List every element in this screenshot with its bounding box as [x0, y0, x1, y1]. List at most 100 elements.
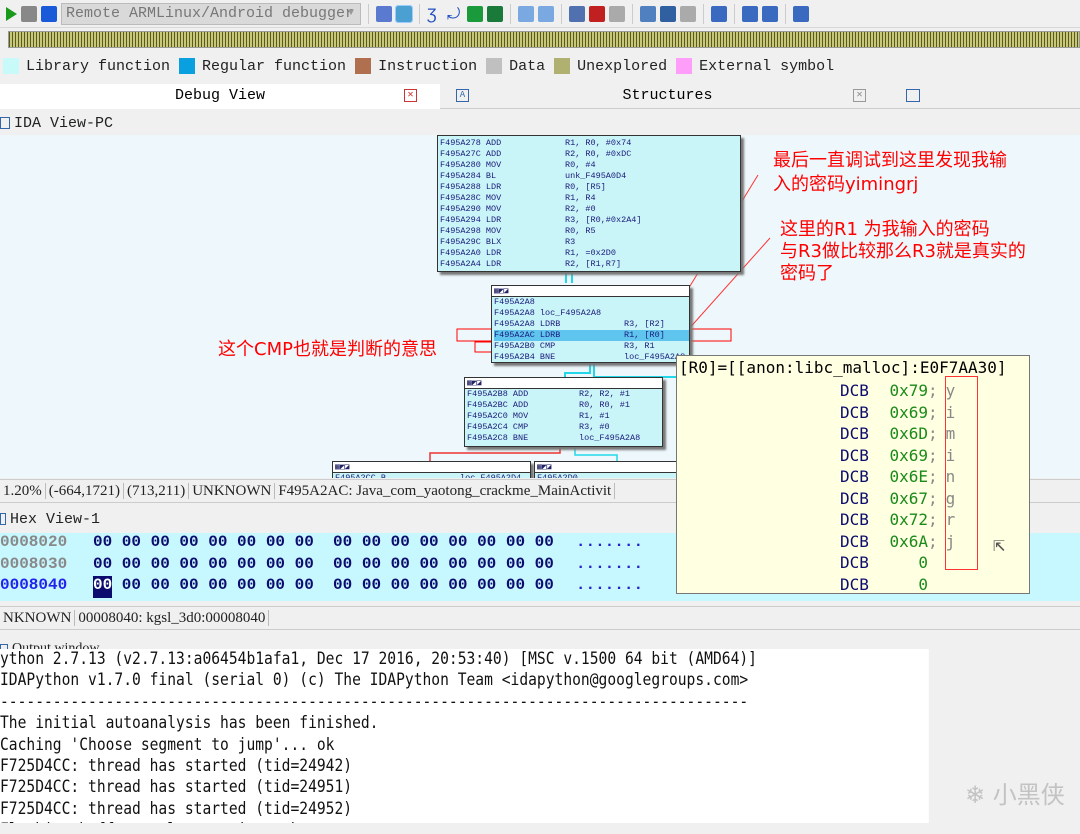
register-tooltip: [R0]=[[anon:libc_malloc]:E0F7AA30] DCB 0x…	[676, 355, 1030, 594]
code-line[interactable]: F495A278 ADD R1, R0, #0x74	[440, 138, 740, 149]
tab-label: Structures	[622, 87, 713, 104]
annotation-text: 这里的R1 为我输入的密码 与R3做比较那么R3就是真实的 密码了	[780, 219, 1026, 284]
dcb-value: 0x6A	[889, 531, 928, 551]
tab-debug-view[interactable]: Debug View ✕	[0, 84, 440, 109]
step-into-icon[interactable]: Ʒ	[427, 6, 443, 24]
separator	[785, 3, 786, 24]
breakpoint-icon[interactable]	[569, 5, 585, 22]
code-line[interactable]: F495A2B4 BNE loc_F495A2A8	[494, 352, 689, 363]
instruction: F495A29C BLX	[440, 237, 502, 247]
code-line[interactable]: F495A2A0 LDR R1, =0x2D0	[440, 248, 740, 259]
memory-icon[interactable]	[793, 5, 809, 22]
code-line[interactable]: F495A280 MOV R0, #4	[440, 160, 740, 171]
edge	[429, 447, 561, 461]
block-icons[interactable]: ▦◩◪	[467, 379, 481, 388]
trace-icon[interactable]	[742, 5, 758, 22]
pause-icon[interactable]	[21, 5, 37, 22]
code-line[interactable]: F495A29C BLX R3	[440, 237, 740, 248]
detach-icon[interactable]	[395, 4, 413, 23]
code-line[interactable]: F495A2AC LDRB R1, [R0]	[494, 330, 689, 341]
code-block[interactable]: ▦◩◪ F495A2A8 F495A2A8 loc_F495A2A8 F495A2A8…	[491, 285, 690, 363]
output-log[interactable]: ython 2.7.13 (v2.7.13:a06454b1afa1, Dec …	[0, 649, 929, 823]
delete-breakpoint-icon[interactable]	[609, 5, 625, 22]
close-icon[interactable]: ✕	[853, 89, 866, 102]
tab-label: Debug View	[174, 87, 265, 104]
dcb-op: DCB	[840, 553, 869, 572]
code-line[interactable]: F495A27C ADD R2, R0, #0xDC	[440, 149, 740, 160]
edge	[565, 272, 573, 283]
instruction: F495A2A8	[494, 297, 535, 307]
code-line[interactable]: F495A2C0 MOV R1, #1	[467, 411, 662, 422]
stop-icon[interactable]	[41, 5, 57, 22]
navigation-band[interactable]	[8, 31, 1080, 48]
separator	[734, 3, 735, 24]
code-block[interactable]: ▦◩◪ F495A2B8 ADD R2, R2, #1 F495A2BC ADD R0,…	[464, 377, 663, 447]
code-line[interactable]: F495A294 LDR R3, [R0,#0x2A4]	[440, 215, 740, 226]
code-line[interactable]: F495A2CC B loc_F495A2D4	[335, 473, 530, 478]
operands: R3, [R2]	[624, 319, 665, 329]
code-line[interactable]: F495A288 LDR R0, [R5]	[440, 182, 740, 193]
watch-icon[interactable]	[640, 5, 656, 22]
code-line[interactable]: F495A2A8 loc_F495A2A8	[494, 308, 689, 319]
return-icon[interactable]	[487, 5, 503, 22]
code-line[interactable]: F495A284 BL unk_F495A0D4	[440, 171, 740, 182]
trace-func-icon[interactable]	[762, 5, 778, 22]
hex-view-icon	[0, 513, 6, 525]
graph-coords: (-664,1721)	[45, 483, 124, 499]
layout-icon[interactable]	[906, 89, 920, 102]
segment: NKNOWN	[0, 610, 76, 626]
hex-cursor[interactable]: 00	[93, 576, 113, 598]
block-icons[interactable]: ▦◩◪	[335, 463, 349, 472]
code-block[interactable]: F495A278 ADD R1, R0, #0x74 F495A27C ADD R2,…	[437, 135, 741, 272]
separator: ;	[928, 402, 938, 422]
separator: ;	[928, 488, 938, 508]
instruction: F495A2CC B	[335, 473, 387, 478]
legend-swatch	[355, 58, 372, 74]
code-line[interactable]: F495A28C MOV R1, R4	[440, 193, 740, 204]
view-icon[interactable]	[518, 5, 534, 22]
code-line[interactable]: F495A2C8 BNE loc_F495A2A8	[467, 433, 662, 444]
dcb-op: DCB	[840, 424, 869, 443]
close-icon[interactable]: ✕	[404, 89, 417, 102]
code-line[interactable]: F495A2BC ADD R0, R0, #1	[467, 400, 662, 411]
add-watch-icon[interactable]	[660, 5, 676, 22]
stack-icon[interactable]	[711, 5, 727, 22]
block-icons[interactable]: ▦◩◪	[494, 287, 508, 296]
dcb-op: DCB	[840, 510, 869, 529]
operands: R1, R0, #0x74	[565, 138, 632, 148]
code-line[interactable]: F495A290 MOV R2, #0	[440, 204, 740, 215]
tab-structures[interactable]: A Structures ✕	[440, 84, 895, 109]
instruction: F495A284 BL	[440, 171, 497, 181]
debugger-select-value: Remote ARMLinux/Android debugger	[66, 4, 355, 22]
operands: R0, R5	[565, 226, 596, 236]
attach-icon[interactable]	[376, 5, 392, 22]
code-line[interactable]: F495A2A8 LDRB R3, [R2]	[494, 319, 689, 330]
run-to-cursor-icon[interactable]	[467, 5, 483, 22]
step-over-icon[interactable]: ⤾	[447, 6, 463, 24]
legend: Library function Regular function Instruct…	[0, 53, 840, 79]
instruction: F495A2AC LDRB	[494, 330, 561, 340]
code-line[interactable]: F495A2A4 LDR R2, [R1,R7]	[440, 259, 740, 270]
dcb-value: 0x69	[889, 402, 928, 422]
code-line[interactable]: F495A2A8	[494, 297, 689, 308]
code-line[interactable]: F495A2D0	[537, 473, 683, 478]
hex-bytes: 00 00 00 00 00 00 00 00 00 00 00 00 00 0…	[93, 554, 554, 573]
output-line: IDAPython v1.7.0 final (serial 0) (c) Th…	[0, 670, 749, 691]
code-line[interactable]: F495A298 MOV R0, R5	[440, 226, 740, 237]
debugger-select[interactable]: Remote ARMLinux/Android debugger ▼	[61, 2, 361, 25]
code-line[interactable]: F495A2B0 CMP R3, R1	[494, 341, 689, 352]
code-line[interactable]: F495A2B8 ADD R2, R2, #1	[467, 389, 662, 400]
output-line: Caching 'Choose segment to jump'... ok	[0, 734, 335, 755]
code-line[interactable]: F495A2C4 CMP R3, #0	[467, 422, 662, 433]
play-icon[interactable]	[6, 6, 17, 21]
hex-view-title: Hex View-1	[0, 508, 100, 530]
view2-icon[interactable]	[538, 5, 554, 22]
annotation-text: 这个CMP也就是判断的意思	[218, 339, 437, 360]
delete-watch-icon[interactable]	[680, 5, 696, 22]
block-icons[interactable]: ▦◩◪	[537, 463, 551, 472]
separator: ;	[928, 381, 938, 400]
add-breakpoint-icon[interactable]	[589, 5, 605, 22]
code-block[interactable]: ▦◩◪ F495A2D0	[534, 461, 684, 478]
legend-item: Library function	[0, 58, 170, 75]
code-block[interactable]: ▦◩◪ F495A2CC B loc_F495A2D4	[332, 461, 531, 478]
